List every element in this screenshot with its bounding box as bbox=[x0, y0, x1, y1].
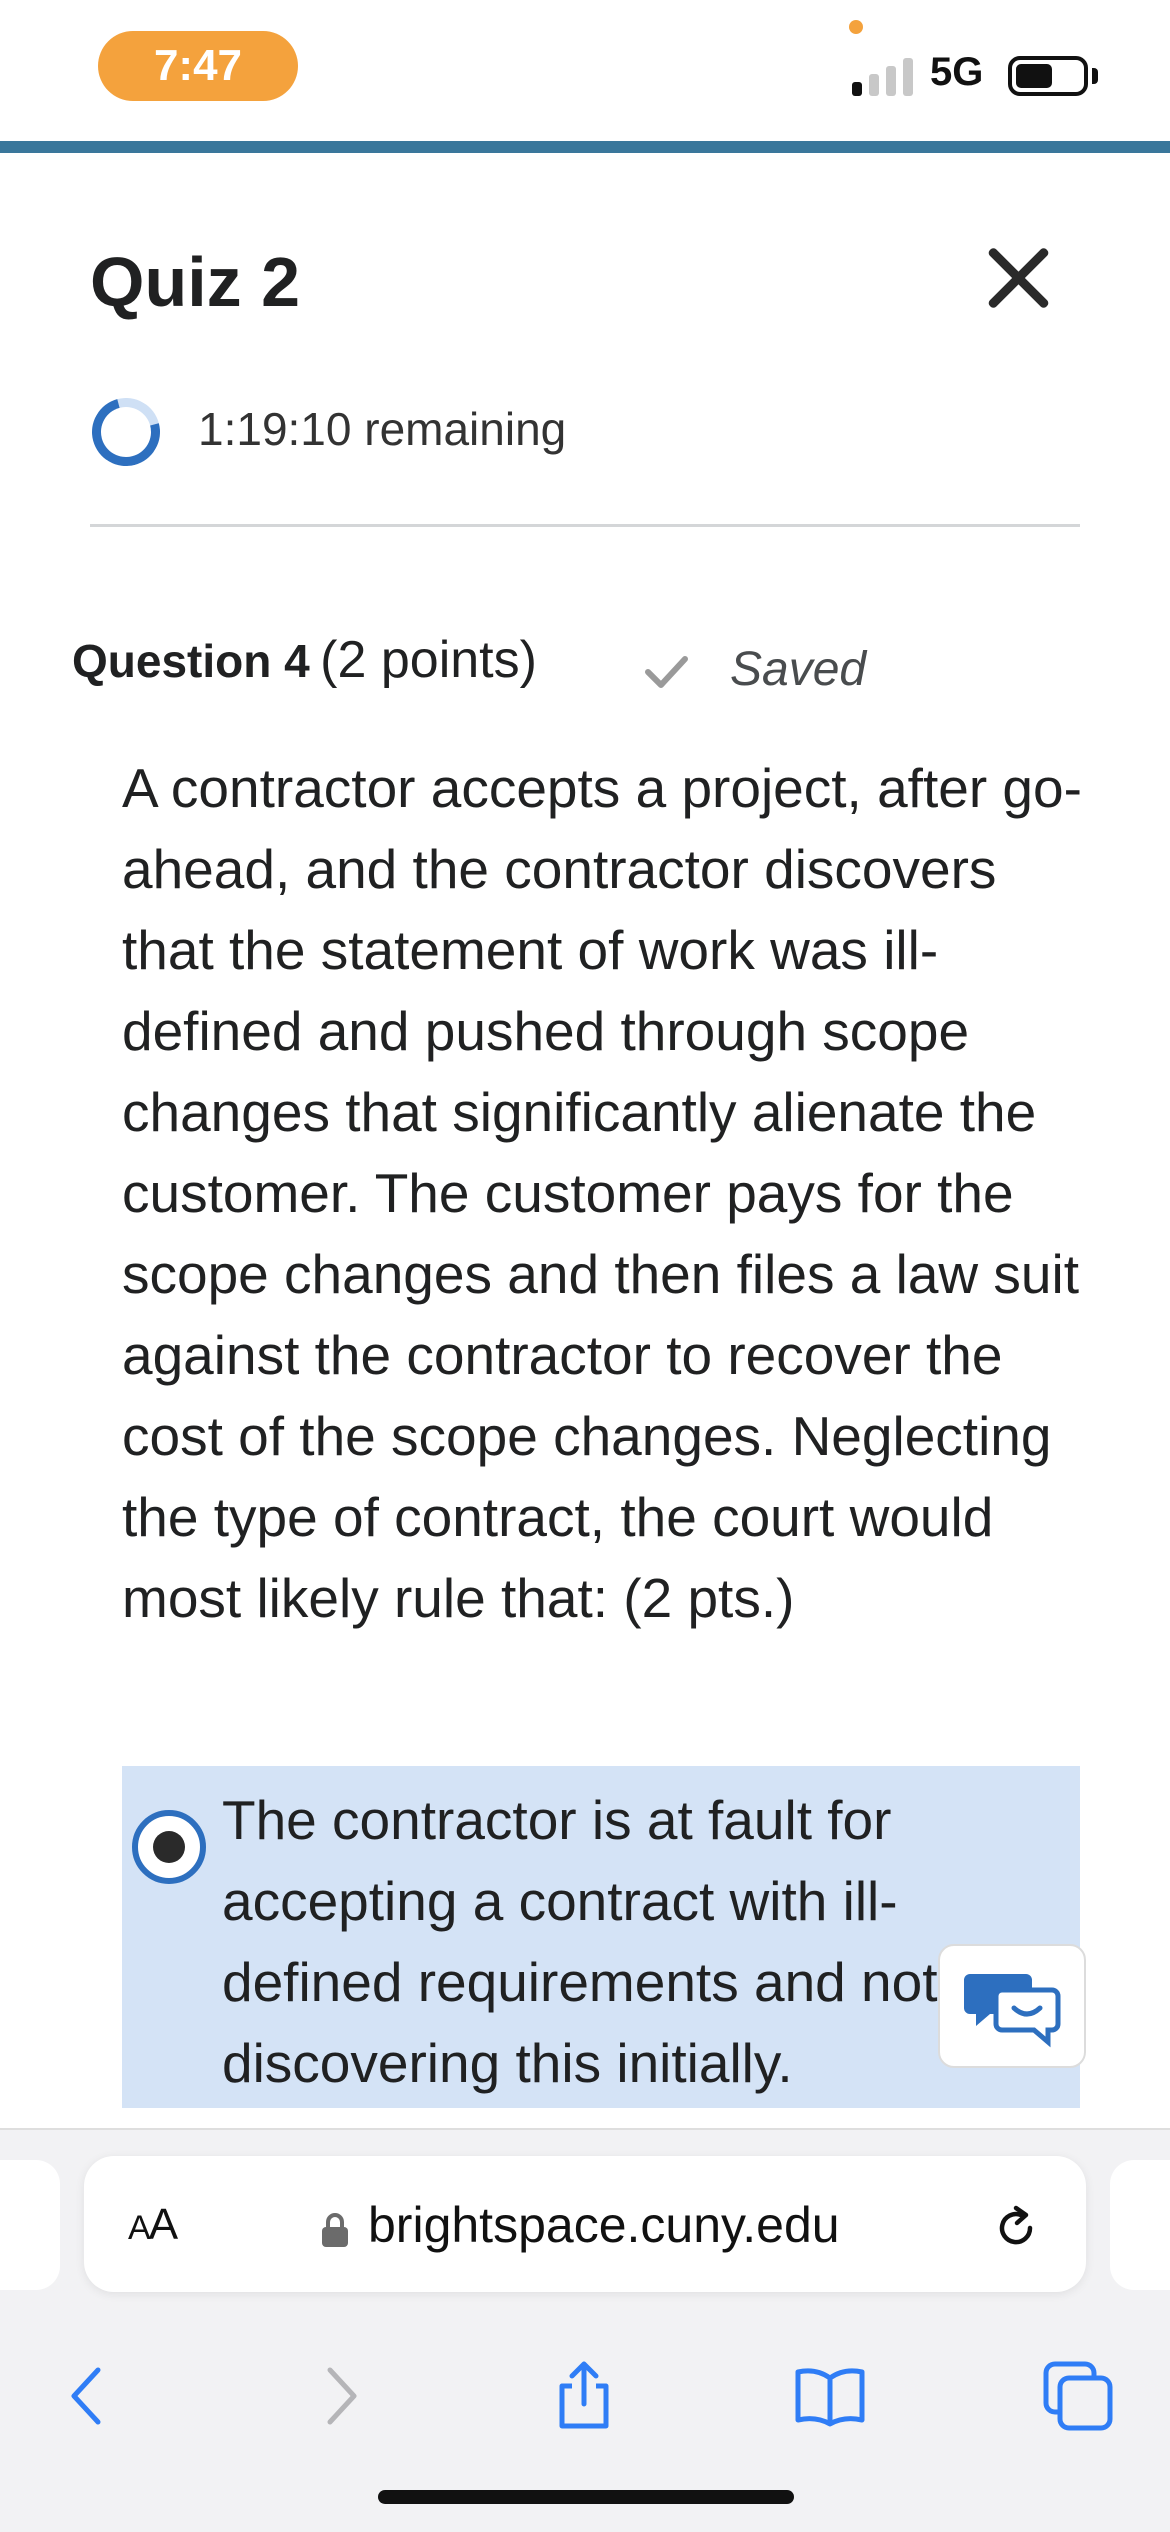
lock-icon bbox=[322, 2213, 348, 2247]
chevron-right-icon[interactable] bbox=[304, 2360, 376, 2432]
question-label: Question 4 bbox=[72, 635, 310, 687]
header-accent-bar bbox=[0, 141, 1170, 153]
question-header: Question 4 (2 points) bbox=[72, 630, 537, 690]
browser-chrome: AA brightspace.cuny.edu bbox=[0, 2128, 1170, 2532]
battery-icon bbox=[1008, 56, 1088, 96]
answer-option-text: The contractor is at fault for accepting… bbox=[222, 1789, 938, 2094]
timer-progress-icon bbox=[79, 385, 173, 479]
chevron-left-icon[interactable] bbox=[52, 2360, 124, 2432]
page-title: Quiz 2 bbox=[90, 243, 301, 321]
book-icon[interactable] bbox=[794, 2360, 866, 2432]
tabs-icon[interactable] bbox=[1042, 2360, 1114, 2432]
question-text: A contractor accepts a project, after go… bbox=[122, 757, 1082, 1629]
chat-bubbles-icon bbox=[964, 1974, 1061, 2048]
next-tab-preview[interactable] bbox=[1110, 2160, 1170, 2290]
checkmark-icon bbox=[645, 656, 688, 688]
home-indicator[interactable] bbox=[378, 2490, 794, 2504]
answer-option[interactable]: The contractor is at fault for accepting… bbox=[122, 1766, 1080, 2108]
reader-settings-button[interactable]: AA bbox=[128, 2200, 178, 2250]
radio-selected-dot bbox=[153, 1831, 185, 1863]
address-bar[interactable]: AA brightspace.cuny.edu bbox=[84, 2156, 1086, 2292]
cellular-signal-icon bbox=[852, 58, 916, 96]
mic-indicator-dot bbox=[849, 20, 863, 34]
browser-toolbar bbox=[0, 2330, 1170, 2450]
reload-icon[interactable] bbox=[990, 2202, 1042, 2254]
url-text: brightspace.cuny.edu bbox=[368, 2197, 840, 2253]
status-bar: 7:47 5G bbox=[0, 0, 1170, 140]
status-time: 7:47 bbox=[98, 31, 298, 101]
network-type: 5G bbox=[930, 50, 984, 94]
battery-nub bbox=[1092, 68, 1098, 84]
share-icon[interactable] bbox=[548, 2360, 620, 2432]
chat-button[interactable] bbox=[938, 1944, 1086, 2068]
radio-button[interactable] bbox=[132, 1810, 206, 1884]
saved-status: Saved bbox=[730, 643, 867, 696]
previous-tab-preview[interactable] bbox=[0, 2160, 60, 2290]
question-points: (2 points) bbox=[320, 631, 537, 689]
close-icon[interactable] bbox=[980, 240, 1056, 316]
timer-remaining: 1:19:10 remaining bbox=[198, 403, 567, 455]
divider bbox=[90, 524, 1080, 527]
